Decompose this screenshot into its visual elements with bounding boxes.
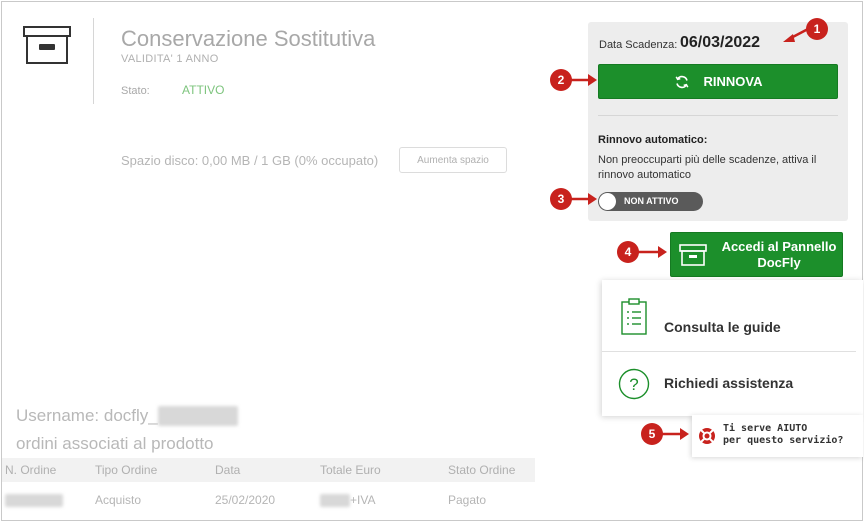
- guides-label: Consulta le guide: [664, 319, 781, 335]
- toggle-label: NON ATTIVO: [624, 196, 679, 206]
- row-filler: [535, 482, 688, 518]
- auto-renew-toggle[interactable]: NON ATTIVO: [598, 192, 703, 211]
- archive-box-icon: [679, 243, 707, 266]
- help-panel: Consulta le guide ? Richiedi assistenza: [602, 280, 863, 416]
- svg-text:?: ?: [629, 375, 638, 394]
- annotation-arrow-2: [571, 74, 597, 86]
- username-text: Username: docfly_: [16, 406, 158, 425]
- docfly-panel-button[interactable]: Accedi al Pannello DocFly: [670, 232, 843, 277]
- annotation-marker-3: 3: [550, 188, 572, 210]
- annotation-arrow-3: [571, 193, 597, 205]
- orders-header-row: N. Ordine Tipo Ordine Data Totale Euro S…: [2, 458, 688, 482]
- help-widget-line1: Ti serve AIUTO: [723, 423, 808, 434]
- order-total-suffix: +IVA: [350, 492, 376, 507]
- product-validity: VALIDITA' 1 ANNO: [121, 53, 219, 65]
- column-header: Tipo Ordine: [95, 458, 215, 482]
- order-total-redacted: [320, 494, 350, 508]
- expiry-panel: Data Scadenza: 06/03/2022 RINNOVA Rinnov…: [588, 22, 848, 221]
- order-status-cell: Pagato: [448, 493, 487, 507]
- order-type-cell: Acquisto: [95, 493, 142, 507]
- refresh-icon: [675, 75, 688, 88]
- support-label: Richiedi assistenza: [664, 375, 794, 391]
- order-total-cell: +IVA: [320, 482, 448, 518]
- help-widget[interactable]: Ti serve AIUTO per questo servizio?: [692, 415, 863, 457]
- expiry-label: Data Scadenza:: [599, 39, 678, 51]
- product-title: Conservazione Sostitutiva: [121, 26, 376, 51]
- header-filler: [535, 458, 688, 482]
- annotation-arrow-1: [783, 27, 809, 42]
- header-divider: [93, 18, 94, 104]
- column-header: Totale Euro: [320, 458, 448, 482]
- column-header: N. Ordine: [2, 458, 95, 482]
- renew-button[interactable]: RINNOVA: [598, 64, 838, 99]
- panel-divider: [598, 115, 838, 116]
- archive-box-icon: [23, 26, 71, 64]
- column-header: Stato Ordine: [448, 458, 535, 482]
- clipboard-list-icon: [621, 298, 647, 335]
- guides-link[interactable]: Consulta le guide: [602, 286, 856, 352]
- annotation-arrow-5: [662, 428, 689, 440]
- question-circle-icon: ?: [618, 368, 650, 400]
- status-label: Stato:: [121, 85, 150, 97]
- toggle-knob: [599, 193, 616, 210]
- annotation-marker-4: 4: [617, 241, 639, 263]
- docfly-button-label: Accedi al Pannello DocFly: [721, 238, 837, 270]
- annotation-marker-2: 2: [550, 69, 572, 91]
- expiry-date: 06/03/2022: [680, 34, 761, 51]
- username-label: Username: docfly_: [16, 406, 238, 426]
- orders-title: ordini associati al prodotto: [16, 434, 214, 453]
- status-badge: ATTIVO: [182, 83, 225, 97]
- column-header: Data: [215, 458, 320, 482]
- orders-table: N. Ordine Tipo Ordine Data Totale Euro S…: [2, 458, 688, 518]
- auto-renew-description: Non preoccuparti più delle scadenze, att…: [598, 154, 817, 181]
- support-link[interactable]: ? Richiedi assistenza: [602, 352, 863, 418]
- increase-space-button[interactable]: Aumenta spazio: [399, 147, 507, 173]
- auto-renew-title: Rinnovo automatico:: [598, 134, 708, 146]
- order-date-cell: 25/02/2020: [215, 493, 276, 507]
- lifebuoy-icon: [699, 428, 715, 444]
- help-widget-line2: per questo servizio?: [723, 435, 844, 446]
- username-redacted: [157, 406, 238, 426]
- help-widget-text: Ti serve AIUTO per questo servizio?: [723, 423, 843, 447]
- order-number-redacted: [5, 494, 63, 508]
- renew-button-label: RINNOVA: [703, 74, 763, 89]
- annotation-arrow-4: [638, 246, 667, 258]
- table-row[interactable]: Acquisto 25/02/2020 +IVA Pagato: [2, 482, 688, 518]
- disk-usage-text: Spazio disco: 0,00 MB / 1 GB (0% occupat…: [121, 153, 379, 168]
- annotation-marker-5: 5: [641, 423, 663, 445]
- order-number-cell: [2, 482, 95, 518]
